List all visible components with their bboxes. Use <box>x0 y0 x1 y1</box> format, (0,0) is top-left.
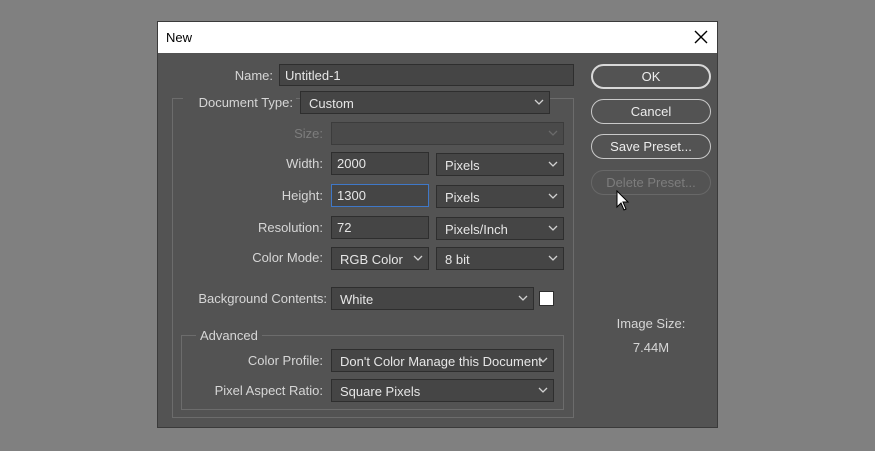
resolution-label: Resolution: <box>257 220 323 235</box>
resolution-unit-value: Pixels/Inch <box>445 222 508 237</box>
delete-preset-button: Delete Preset... <box>591 170 711 195</box>
bit-depth-value: 8 bit <box>445 252 470 267</box>
mouse-cursor-icon <box>616 190 630 211</box>
pixel-aspect-ratio-value: Square Pixels <box>340 384 421 399</box>
background-contents-select[interactable]: White <box>331 287 534 310</box>
new-document-dialog: New Name: Untitled-1 Document Type: Cust… <box>157 21 718 428</box>
name-label: Name: <box>234 68 273 83</box>
background-color-swatch[interactable] <box>539 291 554 306</box>
advanced-title: Advanced <box>196 328 262 343</box>
image-size-value: 7.44M <box>632 340 670 355</box>
document-type-select[interactable]: Custom <box>300 91 550 114</box>
width-unit-value: Pixels <box>445 158 480 173</box>
document-type-value: Custom <box>309 96 354 111</box>
width-label: Width: <box>286 156 323 171</box>
ok-button[interactable]: OK <box>591 64 711 89</box>
chevron-down-icon <box>413 255 423 261</box>
chevron-down-icon <box>548 130 558 136</box>
color-profile-value: Don't Color Manage this Document <box>340 354 542 369</box>
chevron-down-icon <box>548 161 558 167</box>
document-type-label: Document Type: <box>183 95 296 110</box>
dialog-title: New <box>166 30 193 45</box>
close-icon[interactable] <box>691 27 711 47</box>
save-preset-button[interactable]: Save Preset... <box>591 134 711 159</box>
chevron-down-icon <box>538 357 548 363</box>
size-select <box>331 122 564 145</box>
chevron-down-icon <box>548 193 558 199</box>
height-unit-value: Pixels <box>445 190 480 205</box>
color-mode-select[interactable]: RGB Color <box>331 247 429 270</box>
height-unit-select[interactable]: Pixels <box>436 185 564 208</box>
name-field[interactable]: Untitled-1 <box>279 64 574 86</box>
chevron-down-icon <box>548 225 558 231</box>
chevron-down-icon <box>518 295 528 301</box>
resolution-field[interactable]: 72 <box>331 216 429 239</box>
height-label: Height: <box>281 188 323 203</box>
chevron-down-icon <box>548 255 558 261</box>
width-unit-select[interactable]: Pixels <box>436 153 564 176</box>
color-profile-label: Color Profile: <box>247 353 323 368</box>
height-field[interactable]: 1300 <box>331 184 429 207</box>
background-contents-label: Background Contents: <box>198 291 327 306</box>
cancel-button[interactable]: Cancel <box>591 99 711 124</box>
resolution-unit-select[interactable]: Pixels/Inch <box>436 217 564 240</box>
background-contents-value: White <box>340 292 374 307</box>
width-field[interactable]: 2000 <box>331 152 429 175</box>
pixel-aspect-ratio-label: Pixel Aspect Ratio: <box>214 383 323 398</box>
pixel-aspect-ratio-select[interactable]: Square Pixels <box>331 379 554 402</box>
dialog-titlebar: New <box>158 22 717 53</box>
chevron-down-icon <box>538 387 548 393</box>
color-mode-label: Color Mode: <box>252 250 323 265</box>
bit-depth-select[interactable]: 8 bit <box>436 247 564 270</box>
color-profile-select[interactable]: Don't Color Manage this Document <box>331 349 554 372</box>
image-size-label: Image Size: <box>616 316 686 331</box>
size-label: Size: <box>294 126 323 141</box>
chevron-down-icon <box>534 99 544 105</box>
color-mode-value: RGB Color <box>340 252 403 267</box>
